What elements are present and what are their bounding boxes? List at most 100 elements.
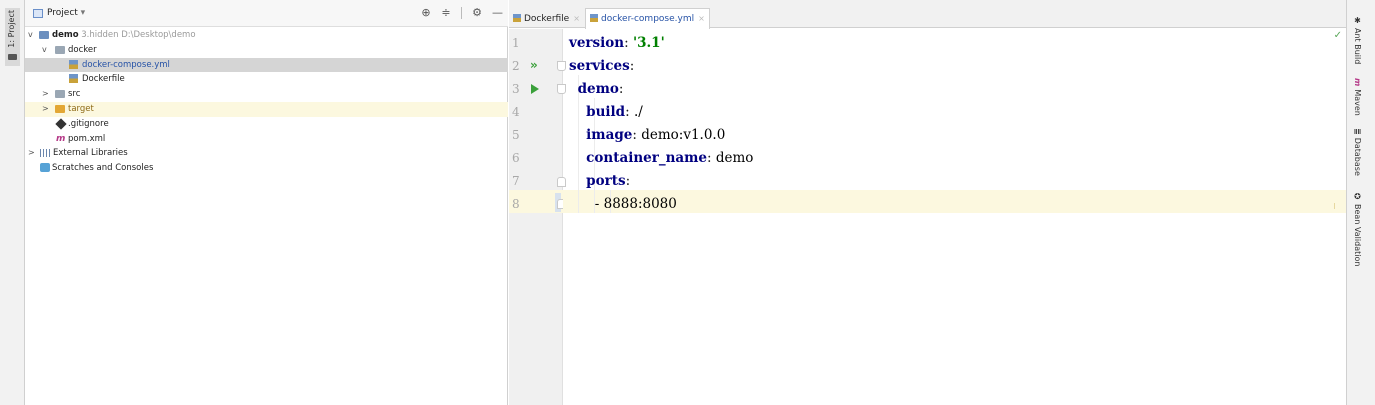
project-panel-header: Project ▾ ⊕ ≑ ⚙ — (25, 0, 508, 27)
folder-icon (55, 90, 65, 99)
expand-arrow-icon[interactable]: > (42, 102, 50, 117)
yaml-separator: : (707, 150, 716, 166)
expand-arrow-icon[interactable]: > (42, 87, 50, 102)
yaml-value: ./ (633, 104, 643, 120)
library-icon (40, 149, 51, 158)
tool-tab-label: Database (1353, 137, 1362, 176)
toolbar-divider (461, 7, 462, 19)
tree-item-pom[interactable]: m pom.xml (25, 132, 508, 147)
editor-area: Dockerfile × docker-compose.yml × 1 2 3 4 … (509, 0, 1346, 405)
yaml-separator: : (629, 58, 635, 74)
code-line-5: image: demo:v1.0.0 (569, 124, 1352, 147)
yaml-key: version (569, 35, 625, 51)
yaml-separator: : (632, 127, 642, 143)
line-number: 8 (512, 197, 520, 211)
yaml-value: demo (715, 150, 754, 166)
editor-gutter: 1 2 3 4 5 6 7 8 » (509, 29, 566, 405)
tree-item-docker[interactable]: v docker (25, 43, 508, 58)
left-tool-strip: 1: Project (0, 0, 25, 405)
database-icon: ≣ (1353, 128, 1362, 135)
tree-item-scratches[interactable]: Scratches and Consoles (25, 161, 508, 176)
project-tool-tab-label: 1: Project (7, 10, 16, 48)
locate-icon[interactable]: ⊕ (421, 6, 431, 19)
close-icon[interactable]: × (573, 14, 580, 23)
code-line-6: container_name: demo (569, 147, 1352, 170)
tab-docker-compose[interactable]: docker-compose.yml × (585, 8, 710, 29)
docker-file-icon (513, 14, 521, 22)
yaml-key: ports (586, 173, 626, 189)
code-line-7: ports: (569, 170, 1352, 193)
yaml-key: demo (577, 81, 619, 97)
project-panel: Project ▾ ⊕ ≑ ⚙ — v demo 3.hidden D:\Des… (25, 0, 508, 405)
tree-item-path: D:\Desktop\demo (121, 30, 196, 40)
git-file-icon (55, 118, 67, 130)
tab-ant-build[interactable]: ✱ Ant Build (1353, 16, 1362, 64)
yaml-separator: : (624, 35, 633, 51)
excluded-folder-icon (55, 104, 65, 113)
tree-item-meta: 3.hidden (81, 30, 119, 40)
tab-database[interactable]: ≣ Database (1353, 128, 1362, 176)
folder-icon (55, 45, 65, 54)
collapse-all-icon[interactable]: ≑ (441, 6, 451, 19)
tool-tab-label: Ant Build (1353, 28, 1362, 65)
tree-item-label: src (68, 89, 81, 100)
line-number: 1 (512, 36, 520, 50)
bean-validation-icon: ✪ (1353, 192, 1362, 201)
right-tool-strip: ✱ Ant Build m Maven ≣ Database ✪ Bean Valida… (1346, 0, 1375, 405)
tree-item-label: Scratches and Consoles (52, 163, 154, 174)
project-tool-tab[interactable]: 1: Project (5, 8, 20, 66)
yaml-separator: : (618, 81, 624, 97)
yaml-key: services (569, 58, 630, 74)
code-area[interactable]: version: '3.1' services: demo: build: ./… (563, 29, 1346, 405)
gear-icon[interactable]: ⚙ (472, 6, 482, 19)
tree-item-gitignore[interactable]: .gitignore (25, 117, 508, 132)
tree-item-label: External Libraries (53, 148, 128, 159)
scratches-icon (40, 163, 50, 173)
chevron-down-icon: ▾ (80, 8, 86, 18)
project-view-selector[interactable]: Project ▾ (47, 8, 85, 18)
tab-label: docker-compose.yml (601, 14, 695, 24)
tool-tab-label: Maven (1353, 89, 1362, 116)
tab-dockerfile[interactable]: Dockerfile × (513, 9, 580, 28)
yaml-file-icon (590, 14, 598, 22)
inspection-ok-icon[interactable]: ✓ (1334, 30, 1342, 41)
ide-window: 1: Project Project ▾ ⊕ ≑ ⚙ — v demo 3.hi… (0, 0, 1375, 405)
tree-item-label: Dockerfile (82, 74, 125, 85)
expand-arrow-icon[interactable]: v (28, 28, 36, 43)
tree-item-dockerfile[interactable]: Dockerfile (25, 72, 508, 87)
code-line-8: - 8888:8080 (569, 193, 1352, 216)
close-icon[interactable]: × (698, 14, 705, 23)
hide-panel-icon[interactable]: — (492, 6, 503, 19)
line-number: 5 (512, 128, 520, 142)
tree-item-label: .gitignore (68, 118, 109, 129)
project-view-icon (33, 9, 43, 18)
tree-item-target[interactable]: > target (25, 101, 508, 117)
yaml-separator: : (625, 104, 634, 120)
expand-arrow-icon[interactable]: > (28, 146, 36, 161)
scrollbar-marker (1334, 203, 1335, 209)
code-line-3: demo: (569, 78, 1352, 101)
tree-item-docker-compose[interactable]: docker-compose.yml (25, 57, 508, 73)
tree-item-label: docker (68, 44, 97, 55)
tree-item-label: pom.xml (68, 133, 106, 144)
run-all-services-icon[interactable]: » (530, 54, 538, 77)
line-number: 3 (512, 82, 520, 96)
line-number: 7 (512, 174, 520, 188)
module-folder-icon (39, 31, 49, 39)
tab-maven[interactable]: m Maven (1353, 78, 1362, 116)
run-service-icon[interactable] (531, 84, 539, 94)
tree-item-external-libraries[interactable]: > External Libraries (25, 146, 508, 161)
yaml-file-icon (69, 59, 78, 69)
tree-item-demo[interactable]: v demo 3.hidden D:\Desktop\demo (25, 28, 508, 43)
tab-bean-validation[interactable]: ✪ Bean Validation (1353, 192, 1362, 266)
expand-arrow-icon[interactable]: v (42, 43, 50, 58)
yaml-separator: : (625, 173, 631, 189)
folder-icon (8, 54, 17, 60)
tree-item-src[interactable]: > src (25, 87, 508, 102)
yaml-value: demo:v1.0.0 (641, 127, 726, 143)
